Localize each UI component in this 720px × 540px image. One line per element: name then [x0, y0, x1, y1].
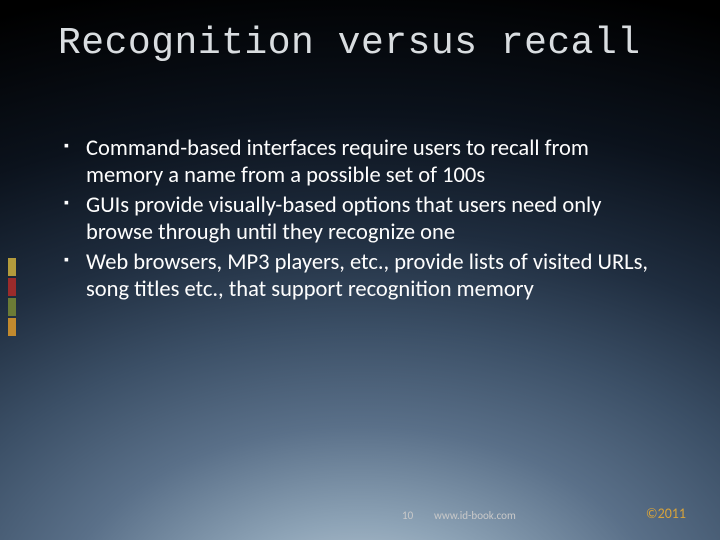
copyright: ©2011 — [646, 505, 686, 522]
bullet-text: Command-based interfaces require users t… — [86, 135, 589, 189]
slide-footer: 10 www.id-book.com ©2011 — [0, 502, 720, 522]
footer-url: www.id-book.com — [434, 509, 516, 522]
slide: Recognition versus recall Command-based … — [0, 0, 720, 540]
slide-title: Recognition versus recall — [58, 22, 680, 65]
bullet-item: GUIs provide visually-based options that… — [86, 193, 664, 246]
slide-body: Command-based interfaces require users t… — [86, 136, 664, 307]
accent-bar — [8, 318, 16, 336]
bullet-item: Web browsers, MP3 players, etc., provide… — [86, 250, 664, 303]
accent-bar — [8, 278, 16, 296]
accent-bars — [8, 258, 16, 338]
accent-bar — [8, 298, 16, 316]
bullet-text: Web browsers, MP3 players, etc., provide… — [86, 249, 648, 303]
bullet-text: GUIs provide visually-based options that… — [86, 192, 601, 246]
bullet-item: Command-based interfaces require users t… — [86, 136, 664, 189]
accent-bar — [8, 258, 16, 276]
page-number: 10 — [402, 509, 413, 522]
